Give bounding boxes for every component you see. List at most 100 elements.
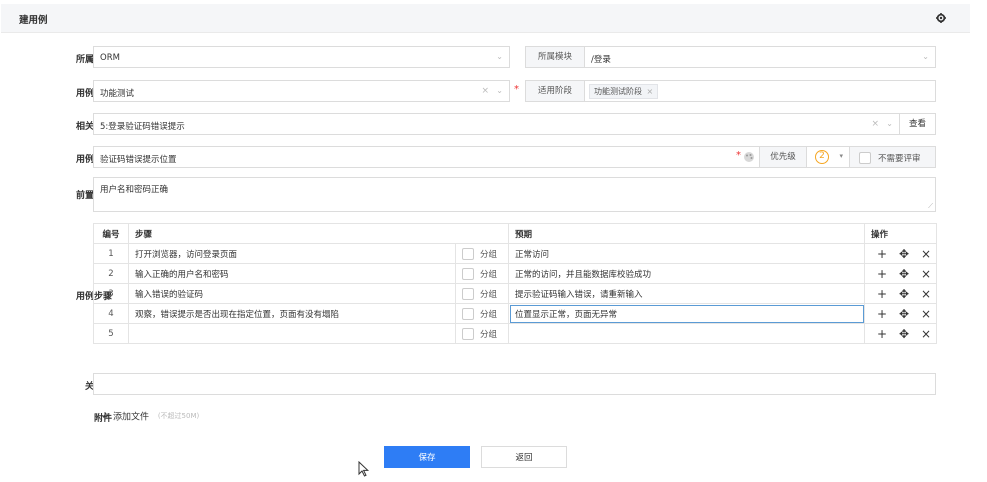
stage-label: 适用阶段 <box>525 80 585 102</box>
priority-label: 优先级 <box>759 146 807 168</box>
caret-down-icon: ▾ <box>839 152 843 160</box>
keywords-input[interactable] <box>93 373 936 395</box>
group-checkbox[interactable] <box>462 247 474 260</box>
group-label: 分组 <box>480 249 498 260</box>
no-review-label: 不需要评审 <box>878 154 921 164</box>
group-toggle[interactable]: 分组 <box>454 263 510 284</box>
product-value: ORM <box>100 53 120 63</box>
expect-input[interactable]: 提示验证码输入错误，请重新输入 <box>508 283 866 304</box>
no-review-option[interactable]: 不需要评审 <box>849 146 936 168</box>
group-checkbox[interactable] <box>462 267 474 280</box>
requirement-value: 5:登录验证码错误提示 <box>100 122 185 132</box>
row-actions: + ✥ × <box>864 323 938 344</box>
step-input[interactable]: 输入正确的用户名和密码 <box>128 263 456 284</box>
move-icon[interactable]: ✥ <box>893 307 915 321</box>
table-row: 4 观察，错误提示是否出现在指定位置，页面有没有塌陷 分组 位置显示正常，页面无… <box>93 303 938 324</box>
step-input[interactable]: 观察，错误提示是否出现在指定位置，页面有没有塌陷 <box>128 303 456 324</box>
row-actions: + ✥ × <box>864 303 938 324</box>
step-input[interactable]: 输入错误的验证码 <box>128 283 456 304</box>
step-input[interactable] <box>128 323 456 344</box>
header-step: 步骤 <box>127 223 510 244</box>
add-icon[interactable]: + <box>871 247 893 261</box>
chevron-down-icon: ⌄ <box>496 52 503 61</box>
mouse-cursor-icon <box>358 461 370 477</box>
group-toggle[interactable]: 分组 <box>454 323 510 344</box>
row-actions: + ✥ × <box>864 263 938 284</box>
group-checkbox[interactable] <box>462 287 474 300</box>
chevron-down-icon: ⌄ <box>496 86 503 95</box>
module-label: 所属模块 <box>525 46 585 68</box>
case-type-select[interactable]: 功能测试 × ⌄ <box>93 80 510 102</box>
move-icon[interactable]: ✥ <box>893 287 915 301</box>
table-row: 2 输入正确的用户名和密码 分组 正常的访问，并且能数据库校验成功 + ✥ × <box>93 263 938 284</box>
header-num: 编号 <box>93 223 129 244</box>
page-title: 建用例 <box>19 15 48 26</box>
product-select[interactable]: ORM ⌄ <box>93 46 510 68</box>
expect-input[interactable] <box>508 323 866 344</box>
expect-input[interactable]: 位置显示正常，页面无异常 <box>508 303 866 324</box>
move-icon[interactable]: ✥ <box>893 327 915 341</box>
back-button[interactable]: 返回 <box>481 446 567 468</box>
group-toggle[interactable]: 分组 <box>454 243 510 264</box>
add-icon[interactable]: + <box>871 287 893 301</box>
add-file-label: 添加文件 <box>112 412 149 423</box>
add-icon[interactable]: + <box>871 327 893 341</box>
expect-input[interactable]: 正常访问 <box>508 243 866 264</box>
table-row: 3 输入错误的验证码 分组 提示验证码输入错误，请重新输入 + ✥ × <box>93 283 938 304</box>
requirement-select[interactable]: 5:登录验证码错误提示 × ⌄ <box>93 113 900 135</box>
tag-close-icon[interactable]: × <box>647 87 654 96</box>
stage-tag: 功能测试阶段 × <box>589 84 659 99</box>
resize-handle-icon[interactable]: ⟋ <box>928 202 933 211</box>
module-select[interactable]: /登录 ⌄ <box>584 46 936 68</box>
case-title-value: 验证码错误提示位置 <box>100 155 177 165</box>
priority-badge: 2 <box>815 150 829 164</box>
step-number: 2 <box>93 263 129 284</box>
group-label: 分组 <box>480 329 498 340</box>
stage-select[interactable]: 功能测试阶段 × <box>584 80 936 102</box>
group-label: 分组 <box>480 309 498 320</box>
priority-select[interactable]: 2 ▾ <box>806 146 850 168</box>
close-icon[interactable]: × <box>915 307 936 321</box>
no-review-checkbox[interactable] <box>859 152 871 164</box>
save-button[interactable]: 保存 <box>384 446 470 468</box>
step-input[interactable]: 打开浏览器，访问登录页面 <box>128 243 456 264</box>
clear-icon[interactable]: × <box>481 86 489 96</box>
add-icon[interactable]: + <box>871 267 893 281</box>
add-file-button[interactable]: + 添加文件 (不超过50M) <box>100 409 199 423</box>
group-toggle[interactable]: 分组 <box>454 283 510 304</box>
group-checkbox[interactable] <box>462 327 474 340</box>
add-icon[interactable]: + <box>871 307 893 321</box>
close-icon[interactable]: × <box>915 247 936 261</box>
move-icon[interactable]: ✥ <box>893 247 915 261</box>
step-number: 5 <box>93 323 129 344</box>
stage-tag-text: 功能测试阶段 <box>594 87 642 96</box>
expect-input[interactable]: 正常的访问，并且能数据库校验成功 <box>508 263 866 284</box>
table-row: 5 分组 + ✥ × <box>93 323 938 344</box>
required-mark: * <box>736 150 741 161</box>
precondition-textarea[interactable]: 用户名和密码正确 ⟋ <box>93 177 936 212</box>
view-requirement-button[interactable]: 查看 <box>899 113 936 135</box>
color-palette-icon[interactable] <box>743 151 755 163</box>
case-type-value: 功能测试 <box>100 89 135 99</box>
group-label: 分组 <box>480 269 498 280</box>
close-icon[interactable]: × <box>915 327 936 341</box>
group-toggle[interactable]: 分组 <box>454 303 510 324</box>
module-value: /登录 <box>591 55 611 65</box>
clear-icon[interactable]: × <box>871 119 879 129</box>
table-row: 1 打开浏览器，访问登录页面 分组 正常访问 + ✥ × <box>93 243 938 264</box>
case-title-input[interactable]: 验证码错误提示位置 * <box>93 146 760 168</box>
create-case-page: 建用例 所属产品 ORM ⌄ 所属模块 /登录 ⌄ 用例类型 功能测试 × ⌄ … <box>0 0 987 482</box>
gear-icon[interactable] <box>936 13 946 23</box>
header-expect: 预期 <box>508 223 866 244</box>
steps-table: 编号 步骤 预期 操作 1 打开浏览器，访问登录页面 分组 正常访问 + ✥ × 2… <box>93 223 938 344</box>
step-number: 3 <box>93 283 129 304</box>
close-icon[interactable]: × <box>915 267 936 281</box>
chevron-down-icon: ⌄ <box>922 52 929 61</box>
step-number: 1 <box>93 243 129 264</box>
attachment-label: 附件 <box>93 414 112 424</box>
group-checkbox[interactable] <box>462 307 474 320</box>
move-icon[interactable]: ✥ <box>893 267 915 281</box>
group-label: 分组 <box>480 289 498 300</box>
header-ops: 操作 <box>864 223 938 244</box>
close-icon[interactable]: × <box>915 287 936 301</box>
